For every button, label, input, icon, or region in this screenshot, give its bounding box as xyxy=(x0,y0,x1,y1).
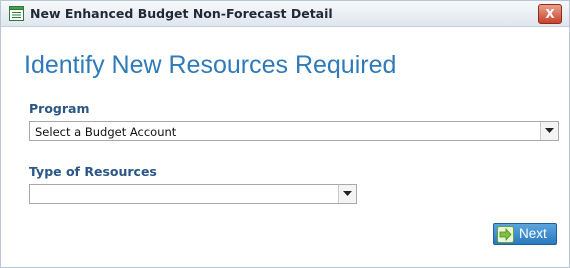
page-title: Identify New Resources Required xyxy=(24,51,397,79)
chevron-down-icon xyxy=(545,128,554,133)
window-title: New Enhanced Budget Non-Forecast Detail xyxy=(30,6,333,21)
dialog-window: New Enhanced Budget Non-Forecast Detail … xyxy=(0,0,570,268)
resource-type-dropdown-button[interactable] xyxy=(338,185,356,203)
form-icon xyxy=(9,6,24,21)
close-button[interactable]: X xyxy=(538,4,562,24)
resource-type-label: Type of Resources xyxy=(29,164,157,179)
title-bar: New Enhanced Budget Non-Forecast Detail … xyxy=(1,1,569,27)
program-select-value: Select a Budget Account xyxy=(35,125,177,139)
close-icon: X xyxy=(545,7,555,21)
next-button[interactable]: Next xyxy=(493,223,557,245)
program-select[interactable]: Select a Budget Account xyxy=(29,121,559,141)
program-label: Program xyxy=(29,101,90,116)
chevron-down-icon xyxy=(343,191,352,196)
arrow-right-icon xyxy=(497,226,514,243)
program-dropdown-button[interactable] xyxy=(540,122,558,140)
next-button-label: Next xyxy=(519,226,547,241)
resource-type-select[interactable] xyxy=(29,184,357,204)
